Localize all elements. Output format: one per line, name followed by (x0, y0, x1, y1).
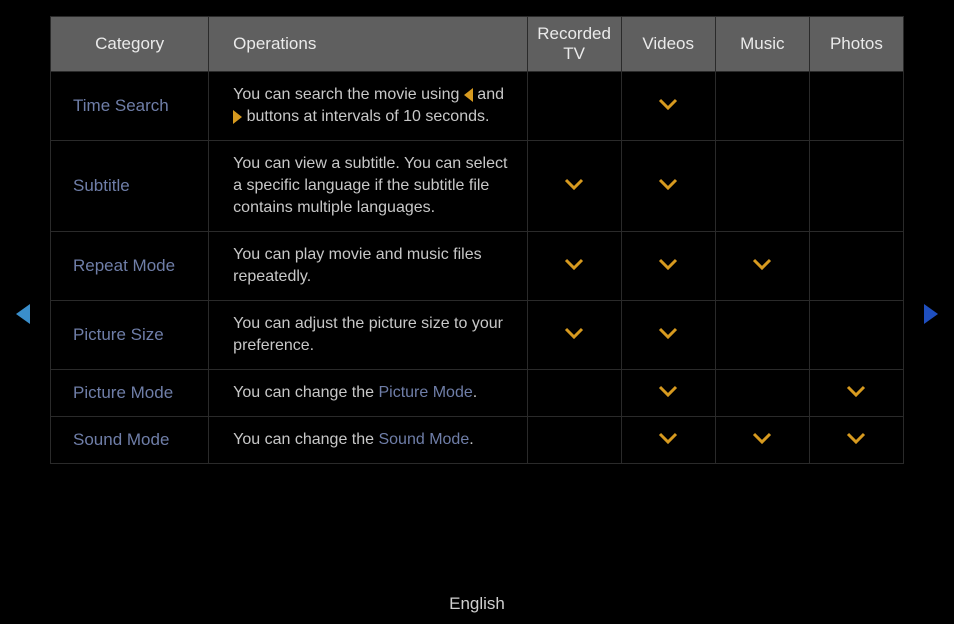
row-operation: You can adjust the picture size to your … (209, 301, 527, 370)
cell-photos (809, 232, 903, 301)
cell-recorded-tv (527, 232, 621, 301)
chevron-down-icon (846, 431, 866, 449)
chevron-down-icon (564, 326, 584, 344)
cell-videos (621, 301, 715, 370)
row-operation: You can play movie and music files repea… (209, 232, 527, 301)
chevron-down-icon (658, 431, 678, 449)
table-row: Picture ModeYou can change the Picture M… (51, 370, 904, 417)
chevron-down-icon (658, 97, 678, 115)
cell-videos (621, 141, 715, 232)
mode-link[interactable]: Picture Mode (378, 384, 472, 401)
row-operation: You can search the movie using and butto… (209, 72, 527, 141)
cell-recorded-tv (527, 141, 621, 232)
cell-recorded-tv (527, 301, 621, 370)
cell-music (715, 72, 809, 141)
chevron-down-icon (658, 384, 678, 402)
row-category[interactable]: Time Search (51, 72, 209, 141)
triangle-left-icon (464, 88, 473, 102)
table-header-row: Category Operations Recorded TV Videos M… (51, 17, 904, 72)
row-category[interactable]: Subtitle (51, 141, 209, 232)
chevron-down-icon (564, 257, 584, 275)
cell-videos (621, 370, 715, 417)
chevron-down-icon (658, 177, 678, 195)
footer-language: English (0, 594, 954, 614)
cell-videos (621, 232, 715, 301)
prev-page-arrow[interactable] (16, 304, 30, 324)
cell-photos (809, 301, 903, 370)
cell-videos (621, 417, 715, 464)
cell-music (715, 141, 809, 232)
triangle-right-icon (233, 110, 242, 124)
cell-recorded-tv (527, 417, 621, 464)
cell-photos (809, 72, 903, 141)
header-music: Music (715, 17, 809, 72)
table-row: Repeat ModeYou can play movie and music … (51, 232, 904, 301)
features-table: Category Operations Recorded TV Videos M… (50, 16, 904, 464)
cell-recorded-tv (527, 370, 621, 417)
chevron-down-icon (846, 384, 866, 402)
header-videos: Videos (621, 17, 715, 72)
cell-photos (809, 141, 903, 232)
chevron-down-icon (752, 257, 772, 275)
cell-videos (621, 72, 715, 141)
chevron-down-icon (658, 257, 678, 275)
cell-photos (809, 417, 903, 464)
row-category[interactable]: Repeat Mode (51, 232, 209, 301)
row-category[interactable]: Picture Mode (51, 370, 209, 417)
cell-music (715, 370, 809, 417)
cell-recorded-tv (527, 72, 621, 141)
next-page-arrow[interactable] (924, 304, 938, 324)
row-operation: You can change the Picture Mode. (209, 370, 527, 417)
cell-photos (809, 370, 903, 417)
header-photos: Photos (809, 17, 903, 72)
table-row: Time SearchYou can search the movie usin… (51, 72, 904, 141)
row-operation: You can change the Sound Mode. (209, 417, 527, 464)
table-row: Picture SizeYou can adjust the picture s… (51, 301, 904, 370)
chevron-down-icon (752, 431, 772, 449)
table-row: Sound ModeYou can change the Sound Mode. (51, 417, 904, 464)
header-recorded-tv: Recorded TV (527, 17, 621, 72)
cell-music (715, 417, 809, 464)
cell-music (715, 301, 809, 370)
chevron-down-icon (658, 326, 678, 344)
header-operations: Operations (209, 17, 527, 72)
header-category: Category (51, 17, 209, 72)
cell-music (715, 232, 809, 301)
row-operation: You can view a subtitle. You can select … (209, 141, 527, 232)
row-category[interactable]: Sound Mode (51, 417, 209, 464)
table-row: SubtitleYou can view a subtitle. You can… (51, 141, 904, 232)
row-category[interactable]: Picture Size (51, 301, 209, 370)
chevron-down-icon (564, 177, 584, 195)
mode-link[interactable]: Sound Mode (378, 431, 469, 448)
